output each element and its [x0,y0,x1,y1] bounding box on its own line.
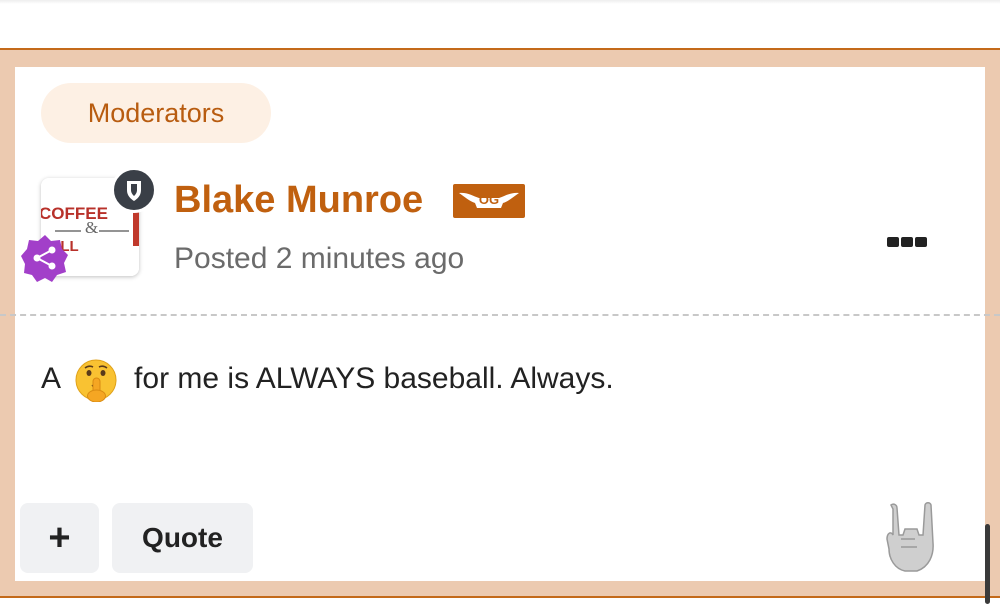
horns-hand-icon[interactable] [881,499,941,579]
og-badge-label: OG [478,192,500,207]
post-container: Moderators COFFEE & FOOTBALL [0,50,1000,598]
scrollbar[interactable] [985,524,990,604]
more-options-button[interactable] [881,227,931,257]
shushing-face-emoji-icon [75,359,117,403]
moderator-shield-icon [111,167,157,213]
post-content: A for me is ALWAYS baseball. Always. [41,357,614,403]
header-divider [0,314,1000,316]
post-text-after: for me is ALWAYS baseball. Always. [134,362,614,395]
avatar-logo-line-2: & [85,218,99,237]
previous-post-edge [0,0,1000,50]
quote-button[interactable]: Quote [112,503,253,573]
og-rank-badge: OG [453,184,525,218]
author-name[interactable]: Blake Munroe [174,175,423,225]
group-badge[interactable]: Moderators [41,83,271,143]
more-options-icon-dot-2 [901,237,913,247]
top-shadow [0,0,1000,4]
post-timestamp[interactable]: Posted 2 minutes ago [174,239,464,279]
post-card: Moderators COFFEE & FOOTBALL [0,67,1000,581]
more-options-icon [887,237,899,247]
post-text-before: A [41,362,60,395]
add-reaction-button[interactable]: + [20,503,99,573]
share-icon [21,235,68,282]
more-options-icon-dot-3 [915,237,927,247]
